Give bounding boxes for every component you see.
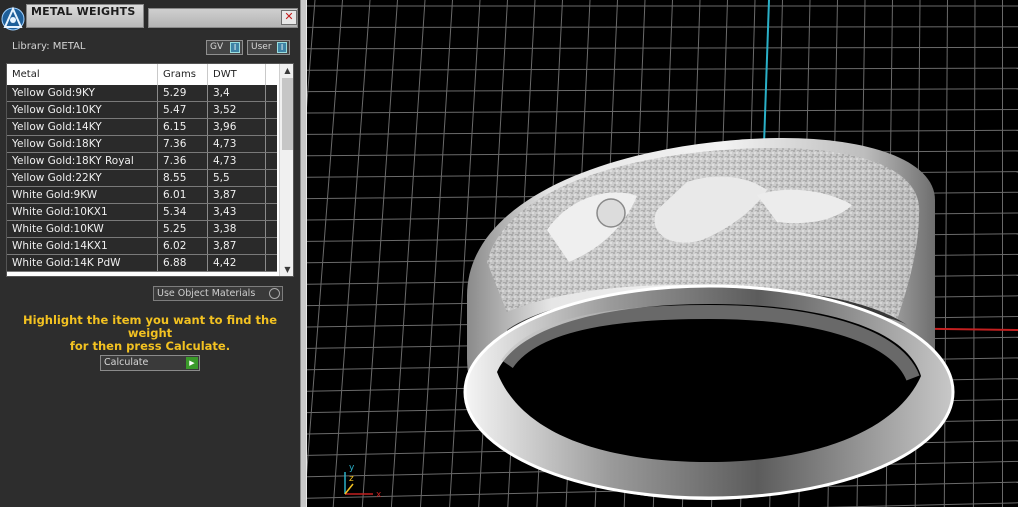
gv-toggle-label: GV: [210, 42, 224, 52]
axis-label-y: y: [349, 463, 355, 473]
dwt-cell: 5,5: [208, 170, 266, 186]
dwt-cell: 3,38: [208, 221, 266, 237]
row-spacer: [266, 153, 277, 169]
gv-toggle-indicator-icon: I: [230, 42, 240, 53]
dwt-cell: 3,87: [208, 238, 266, 254]
dwt-cell: 3,52: [208, 102, 266, 118]
axis-gizmo: y z x: [344, 463, 382, 500]
panel-title: METAL WEIGHTS: [31, 5, 136, 18]
scroll-up-icon[interactable]: ▲: [280, 64, 293, 77]
table-row[interactable]: Yellow Gold:18KY 7.36 4,73: [7, 136, 277, 153]
gv-toggle[interactable]: GV I: [206, 40, 243, 55]
grams-cell: 5.29: [158, 85, 208, 101]
table-row[interactable]: White Gold:14KX1 6.02 3,87: [7, 238, 277, 255]
library-label: Library: METAL: [12, 41, 86, 52]
grams-cell: 6.88: [158, 255, 208, 271]
row-spacer: [266, 238, 277, 254]
grams-cell: 7.36: [158, 153, 208, 169]
row-spacer: [266, 187, 277, 203]
panel-splitter[interactable]: [300, 0, 307, 507]
table-row[interactable]: White Gold:10KX1 5.34 3,43: [7, 204, 277, 221]
metal-cell: White Gold:10KW: [7, 221, 158, 237]
metal-cell: Yellow Gold:18KY Royal: [7, 153, 158, 169]
table-row[interactable]: Yellow Gold:9KY 5.29 3,4: [7, 85, 277, 102]
calculate-button[interactable]: Calculate ▶: [100, 355, 200, 371]
row-spacer: [266, 204, 277, 220]
scroll-thumb[interactable]: [282, 78, 293, 150]
dwt-cell: 3,43: [208, 204, 266, 220]
row-spacer: [266, 85, 277, 101]
metal-cell: Yellow Gold:22KY: [7, 170, 158, 186]
row-spacer: [266, 102, 277, 118]
play-arrow-icon: ▶: [186, 357, 198, 369]
panel-titlebar[interactable]: METAL WEIGHTS ✕: [0, 0, 300, 31]
scroll-down-icon[interactable]: ▼: [280, 263, 293, 276]
table-row[interactable]: White Gold:14K PdW 6.88 4,42: [7, 255, 277, 272]
dwt-cell: 3,4: [208, 85, 266, 101]
table-row[interactable]: Yellow Gold:10KY 5.47 3,52: [7, 102, 277, 119]
metal-cell: White Gold:14KX1: [7, 238, 158, 254]
metal-cell: White Gold:9KW: [7, 187, 158, 203]
column-header-metal[interactable]: Metal: [7, 64, 158, 85]
grams-cell: 6.15: [158, 119, 208, 135]
metal-weights-panel: METAL WEIGHTS ✕ Library: METAL GV I User…: [0, 0, 300, 507]
table-row[interactable]: Yellow Gold:18KY Royal 7.36 4,73: [7, 153, 277, 170]
metal-table: Metal Grams DWT Yellow Gold:9KY 5.29 3,4 Ye…: [6, 63, 294, 277]
user-toggle-indicator-icon: I: [277, 42, 287, 53]
viewport-scene: y z x: [307, 0, 1018, 507]
row-spacer: [266, 119, 277, 135]
close-button[interactable]: ✕: [281, 10, 297, 25]
dwt-cell: 3,96: [208, 119, 266, 135]
row-spacer: [266, 136, 277, 152]
column-header-spacer: [266, 64, 277, 85]
panel-title-bar-fill: [148, 8, 298, 28]
user-toggle[interactable]: User I: [247, 40, 290, 55]
instruction-text: Highlight the item you want to find the …: [10, 314, 290, 353]
grams-cell: 6.01: [158, 187, 208, 203]
metal-cell: Yellow Gold:9KY: [7, 85, 158, 101]
instruction-line-2: for then press Calculate.: [69, 339, 231, 353]
metal-cell: Yellow Gold:18KY: [7, 136, 158, 152]
grams-cell: 5.25: [158, 221, 208, 237]
row-spacer: [266, 170, 277, 186]
dwt-cell: 4,73: [208, 136, 266, 152]
use-object-materials-label: Use Object Materials: [157, 288, 256, 299]
grams-cell: 5.34: [158, 204, 208, 220]
dwt-cell: 4,42: [208, 255, 266, 271]
table-body: Yellow Gold:9KY 5.29 3,4 Yellow Gold:10KY 5.…: [7, 85, 277, 272]
metal-cell: Yellow Gold:14KY: [7, 119, 158, 135]
table-row[interactable]: Yellow Gold:14KY 6.15 3,96: [7, 119, 277, 136]
table-row[interactable]: White Gold:9KW 6.01 3,87: [7, 187, 277, 204]
metal-cell: Yellow Gold:10KY: [7, 102, 158, 118]
table-row[interactable]: Yellow Gold:22KY 8.55 5,5: [7, 170, 277, 187]
grams-cell: 7.36: [158, 136, 208, 152]
user-toggle-label: User: [251, 42, 272, 52]
instruction-line-1: Highlight the item you want to find the …: [23, 313, 277, 340]
table-row[interactable]: White Gold:10KW 5.25 3,38: [7, 221, 277, 238]
column-header-grams[interactable]: Grams: [158, 64, 208, 85]
dwt-cell: 4,73: [208, 153, 266, 169]
axis-label-x: x: [376, 490, 382, 500]
ring-model[interactable]: [463, 137, 955, 500]
row-spacer: [266, 255, 277, 271]
row-spacer: [266, 221, 277, 237]
grams-cell: 8.55: [158, 170, 208, 186]
metal-cell: White Gold:14K PdW: [7, 255, 158, 271]
calculate-label: Calculate: [104, 357, 149, 368]
grams-cell: 6.02: [158, 238, 208, 254]
column-header-dwt[interactable]: DWT: [208, 64, 266, 85]
table-scrollbar[interactable]: ▲ ▼: [279, 64, 293, 276]
dwt-cell: 3,87: [208, 187, 266, 203]
axis-label-z: z: [349, 474, 354, 484]
grams-cell: 5.47: [158, 102, 208, 118]
radio-icon[interactable]: [269, 288, 280, 299]
table-header: Metal Grams DWT: [7, 64, 277, 85]
use-object-materials-option[interactable]: Use Object Materials: [153, 286, 283, 301]
app-logo-icon: [1, 6, 25, 31]
3d-viewport[interactable]: y z x: [307, 0, 1018, 507]
metal-cell: White Gold:10KX1: [7, 204, 158, 220]
